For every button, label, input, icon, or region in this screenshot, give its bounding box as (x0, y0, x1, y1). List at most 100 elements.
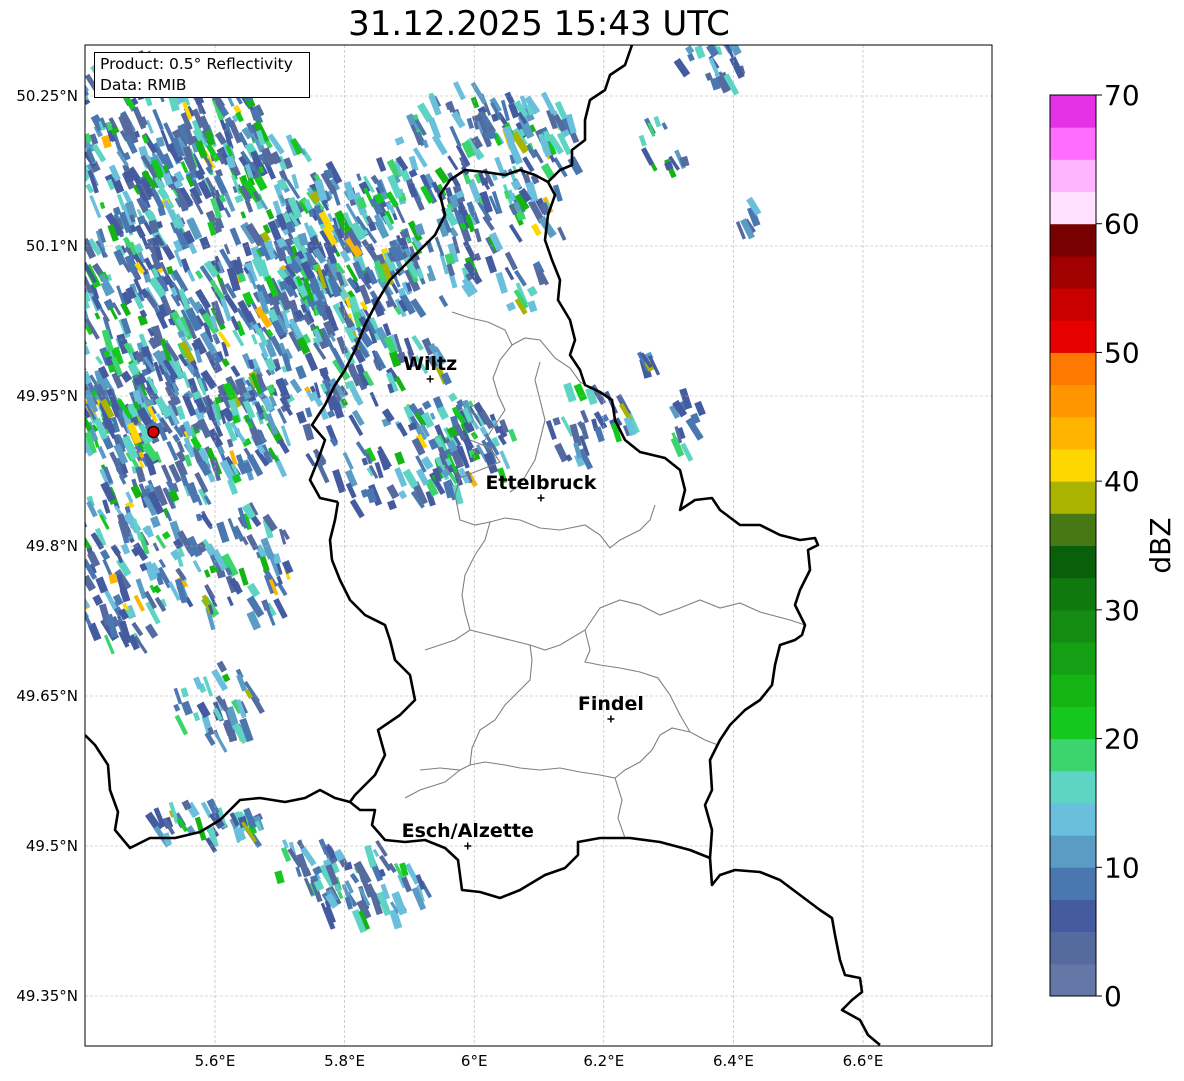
echo-cell (508, 223, 523, 243)
echo-cell (72, 332, 84, 346)
city-label: Ettelbruck (485, 472, 596, 494)
echo-cell (213, 731, 228, 753)
echo-cell (60, 125, 66, 133)
echo-cell (195, 269, 204, 280)
colorbar-segment (1050, 738, 1096, 772)
echo-cell (161, 244, 176, 261)
city-label: Wiltz (403, 353, 457, 375)
echo-cell (152, 108, 164, 131)
echo-cell (125, 491, 134, 504)
echo-cell (95, 576, 109, 594)
colorbar-segment (1050, 513, 1096, 546)
echo-cell (474, 228, 482, 243)
echo-cell (85, 585, 90, 609)
echo-cell (66, 301, 76, 315)
echo-cell (192, 559, 202, 573)
echo-cell (411, 334, 424, 351)
echo-cell (452, 81, 466, 101)
echo-cell (427, 264, 437, 282)
echo-cell (65, 581, 74, 590)
echo-cell (230, 365, 241, 378)
echo-cell (47, 160, 61, 179)
city-marker (426, 375, 434, 383)
echo-cell (673, 57, 691, 78)
echo-cell (369, 391, 379, 408)
colorbar-tick-label: 0 (1104, 980, 1122, 1013)
echo-cell (580, 409, 589, 424)
echo-cell (69, 557, 78, 569)
echo-cell (238, 567, 249, 586)
colorbar-segment (1050, 545, 1096, 579)
echo-cell (557, 226, 567, 241)
echo-cell (386, 484, 400, 500)
echo-cell (69, 310, 77, 322)
echo-cell (246, 582, 261, 598)
colorbar-segment (1050, 288, 1096, 321)
echo-cell (195, 513, 203, 522)
info-box: Product: 0.5° Reflectivity Data: RMIB (94, 52, 310, 98)
echo-cell (70, 560, 80, 583)
echo-cell (563, 382, 577, 403)
echo-cell (349, 498, 365, 519)
colorbar-tick-label: 30 (1104, 594, 1140, 627)
colorbar-segment (1050, 448, 1096, 482)
echo-cell (120, 302, 132, 317)
echo-cell (99, 201, 106, 210)
echo-cell (242, 241, 253, 257)
echo-cell (274, 870, 285, 885)
colorbar-segment (1050, 835, 1096, 868)
echo-cell (120, 543, 131, 555)
echo-cell (394, 136, 405, 146)
echo-cell (226, 596, 234, 607)
echo-cell (49, 128, 62, 150)
echo-cell (134, 224, 146, 239)
echo-cell (73, 333, 81, 345)
echo-cell (408, 155, 419, 172)
city-marker (607, 715, 615, 723)
echo-cell (275, 377, 291, 401)
echo-cell (336, 336, 349, 355)
echo-cell (422, 400, 432, 410)
echo-cell (378, 854, 392, 872)
echo-cell (552, 416, 561, 426)
echo-cell (192, 711, 201, 722)
echo-cell (48, 128, 55, 138)
lat-tick-label: 49.35°N (16, 987, 78, 1005)
colorbar-segment (1050, 223, 1096, 257)
echo-cell (295, 365, 307, 380)
echo-cell (54, 160, 65, 174)
echo-cell (73, 345, 85, 359)
echo-cell (273, 597, 288, 619)
echo-cell (305, 452, 316, 467)
echo-cell (653, 116, 662, 128)
echo-cell (186, 269, 196, 283)
echo-cell (530, 223, 542, 237)
colorbar-tick-label: 60 (1104, 208, 1140, 241)
echo-cell (203, 569, 211, 578)
echo-cell (394, 451, 405, 466)
echo-cell (200, 512, 213, 529)
colorbar-tick-label: 50 (1104, 336, 1140, 369)
echo-cell (85, 413, 86, 427)
colorbar-segment (1050, 255, 1096, 289)
echo-cell (229, 227, 242, 246)
lon-tick-label: 6.4°E (713, 1052, 754, 1070)
colorbar-segment (1050, 642, 1096, 675)
echo-cell (355, 441, 368, 457)
echo-cell (289, 378, 303, 394)
lat-tick-label: 49.5°N (26, 837, 78, 855)
echo-cell (438, 294, 449, 308)
echo-cell (48, 114, 55, 127)
echo-cell (69, 289, 80, 300)
echo-cell (199, 236, 211, 250)
echo-cell (483, 451, 499, 474)
radar-site-marker (147, 425, 160, 439)
echo-cell (85, 354, 87, 374)
echo-cell (161, 531, 171, 540)
lat-tick-label: 49.95°N (16, 387, 78, 405)
echo-cell (120, 370, 133, 383)
echo-cell (244, 199, 254, 213)
city-label: Findel (578, 693, 644, 715)
echo-cell (95, 355, 104, 365)
echo-cell (687, 53, 695, 62)
